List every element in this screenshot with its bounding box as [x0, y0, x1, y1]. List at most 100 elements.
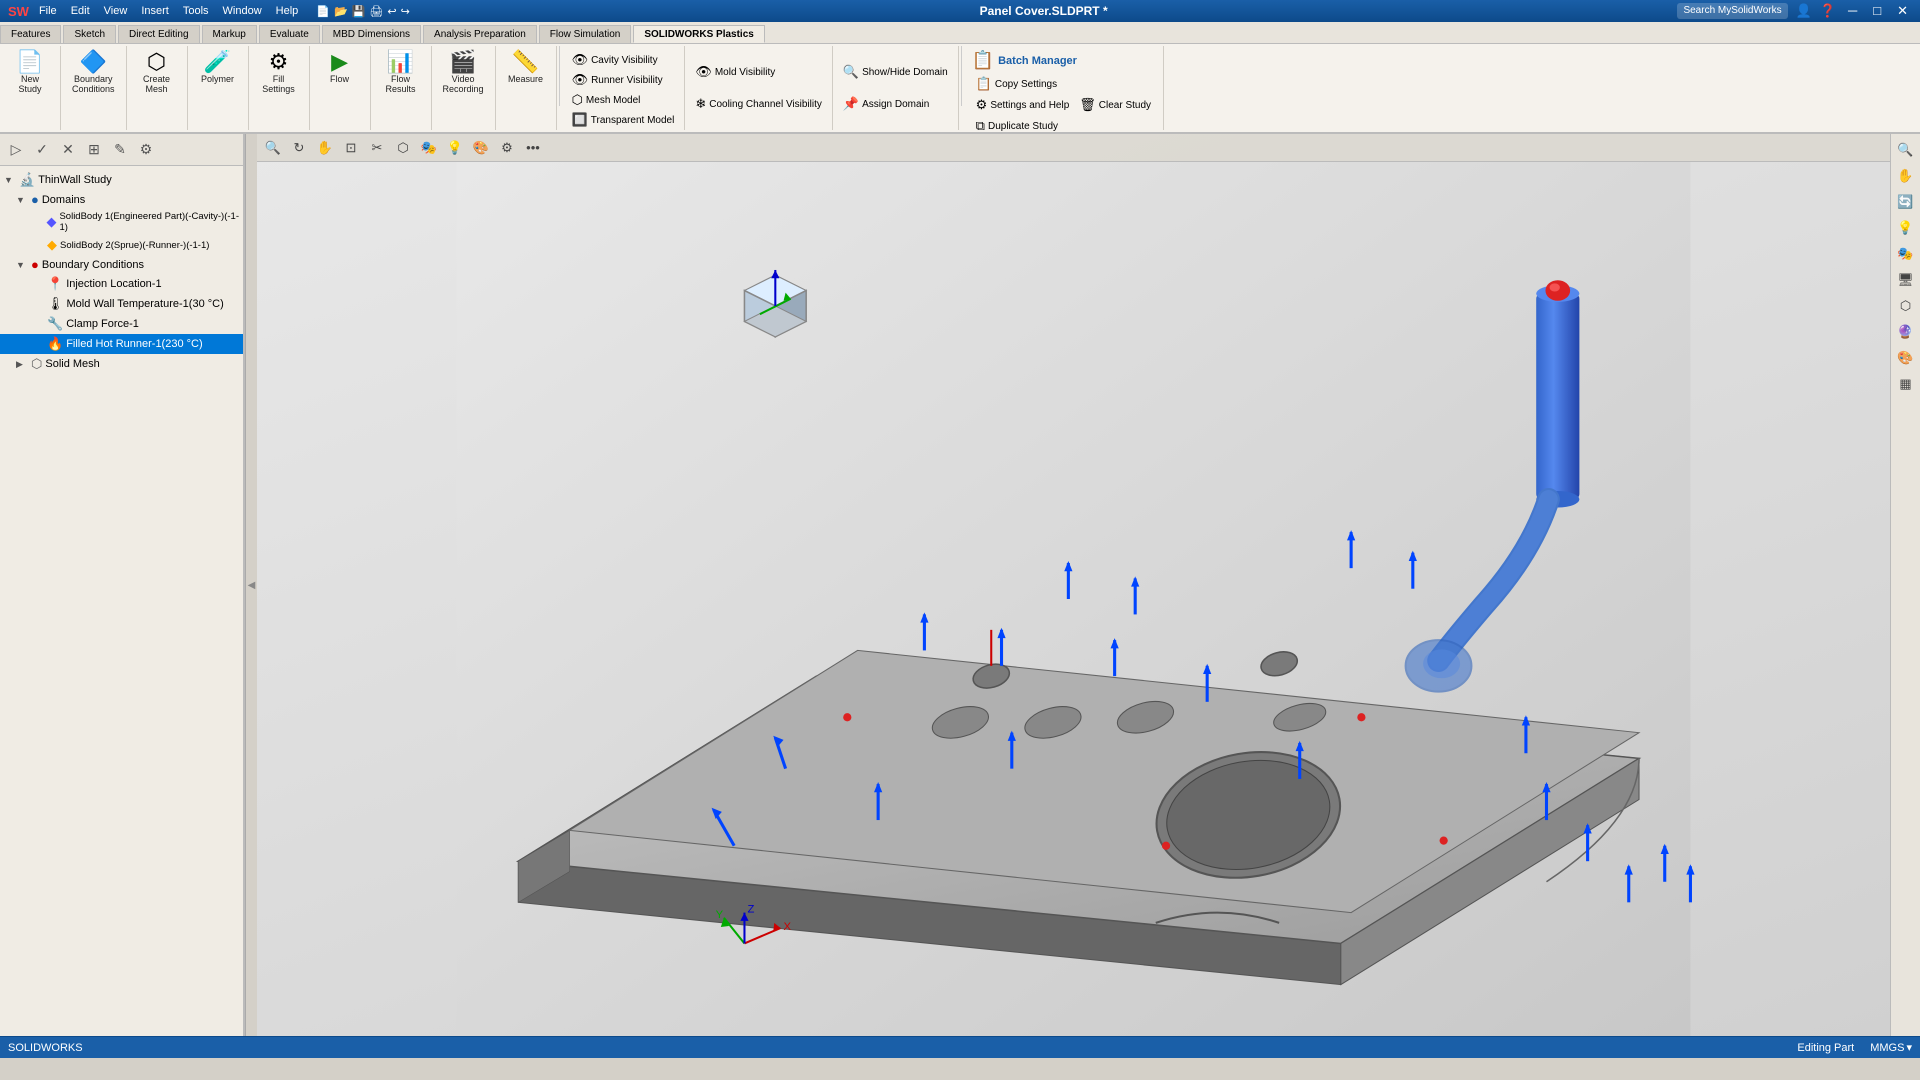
- panel-expand-btn[interactable]: ⊞: [82, 138, 106, 162]
- 3d-view[interactable]: X Y Z: [257, 162, 1890, 1036]
- tab-evaluate[interactable]: Evaluate: [259, 25, 320, 43]
- clear-study-button[interactable]: 🗑 Clear Study: [1075, 95, 1155, 115]
- duplicate-study-button[interactable]: ⧉ Duplicate Study: [972, 116, 1062, 136]
- panel-pencil-btn[interactable]: ✎: [108, 138, 132, 162]
- tab-direct-editing[interactable]: Direct Editing: [118, 25, 199, 43]
- tab-mbd-dimensions[interactable]: MBD Dimensions: [322, 25, 421, 43]
- status-right: Editing Part MMGS ▾: [1797, 1041, 1912, 1054]
- vp-pan[interactable]: ✋: [313, 136, 337, 160]
- viewport-right-toolbar: 🔍 ✋ 🔄 💡 🎭 🖥 ⬡ 🔮 🎨 ▦: [1890, 134, 1920, 1036]
- tree-node-clamp[interactable]: 🔧 Clamp Force-1: [0, 314, 243, 334]
- tree-node-injection[interactable]: 📍 Injection Location-1: [0, 274, 243, 294]
- fill-settings-button[interactable]: ⚙ FillSettings: [255, 48, 303, 98]
- create-mesh-button[interactable]: ⬡ CreateMesh: [133, 48, 181, 98]
- ribbon-section-visibility: 👁 Cavity Visibility 👁 Runner Visibility …: [562, 46, 686, 130]
- assign-domain-button[interactable]: 📌 Assign Domain: [839, 94, 933, 114]
- close-btn[interactable]: ✕: [1893, 3, 1912, 19]
- tree-node-hot-runner[interactable]: 🔥 Filled Hot Runner-1(230 °C): [0, 334, 243, 354]
- settings-help-button[interactable]: ⚙ Settings and Help: [972, 95, 1074, 115]
- new-icon[interactable]: 📄: [316, 5, 330, 18]
- mesh-model-button[interactable]: ⬡ Mesh Model: [568, 90, 645, 110]
- new-study-button[interactable]: 📄 NewStudy: [6, 48, 54, 98]
- tree-root[interactable]: ▼ 🔬 ThinWall Study: [0, 170, 243, 190]
- titlebar-menu-edit[interactable]: Edit: [67, 5, 94, 17]
- tree-node-mold-temp[interactable]: 🌡 Mold Wall Temperature-1(30 °C): [0, 294, 243, 314]
- runner-visibility-button[interactable]: 👁 Runner Visibility: [568, 70, 667, 90]
- ribbon-section-domain: 🔍 Show/Hide Domain 📌 Assign Domain: [833, 46, 959, 130]
- ribbon-group-flow: ▶ Flow: [310, 46, 371, 130]
- question-icon[interactable]: ❓: [1820, 3, 1836, 19]
- vp-scene[interactable]: 💡: [443, 136, 467, 160]
- rt-pan[interactable]: ✋: [1894, 164, 1918, 188]
- user-icon[interactable]: 👤: [1796, 3, 1812, 19]
- panel-collapse-handle[interactable]: ◀: [245, 134, 257, 1036]
- tab-analysis-preparation[interactable]: Analysis Preparation: [423, 25, 537, 43]
- boundary-conditions-button[interactable]: 🔷 BoundaryConditions: [67, 48, 120, 98]
- measure-button[interactable]: 📏 Measure: [502, 48, 550, 88]
- transparent-model-button[interactable]: 🔲 Transparent Model: [568, 110, 679, 130]
- titlebar-menu-window[interactable]: Window: [219, 5, 266, 17]
- vp-wireframe[interactable]: ⬡: [391, 136, 415, 160]
- vp-color[interactable]: 🎨: [469, 136, 493, 160]
- sm-expand: ▶: [16, 359, 28, 370]
- tree-node-domains[interactable]: ▼ ● Domains: [0, 190, 243, 209]
- panel-close-btn[interactable]: ✕: [56, 138, 80, 162]
- units-selector[interactable]: MMGS ▾: [1870, 1041, 1912, 1054]
- polymer-button[interactable]: 🧪 Polymer: [194, 48, 242, 88]
- rt-render[interactable]: 🔮: [1894, 320, 1918, 344]
- tree-node-sb1[interactable]: ◆ SolidBody 1(Engineered Part)(-Cavity-)…: [0, 209, 243, 235]
- tree-node-bc[interactable]: ▼ ● Boundary Conditions: [0, 255, 243, 274]
- copy-settings-button[interactable]: 📋 Copy Settings: [972, 74, 1061, 94]
- tab-sketch[interactable]: Sketch: [63, 25, 116, 43]
- rt-light[interactable]: 💡: [1894, 216, 1918, 240]
- titlebar-menu-view[interactable]: View: [100, 5, 132, 17]
- flow-button[interactable]: ▶ Flow: [316, 48, 364, 88]
- print-icon[interactable]: 🖨: [369, 5, 383, 18]
- titlebar-menu-tools[interactable]: Tools: [179, 5, 213, 17]
- vp-settings[interactable]: ⚙: [495, 136, 519, 160]
- restore-btn[interactable]: □: [1869, 3, 1885, 19]
- flow-results-button[interactable]: 📊 FlowResults: [377, 48, 425, 98]
- vp-rotate[interactable]: ↻: [287, 136, 311, 160]
- rt-zoom[interactable]: 🔍: [1894, 138, 1918, 162]
- titlebar-menu-file[interactable]: File: [35, 5, 61, 17]
- undo-icon[interactable]: ↩: [387, 5, 396, 18]
- rt-color-view[interactable]: 🎨: [1894, 346, 1918, 370]
- flow-label: Flow: [330, 75, 349, 85]
- rt-rotate[interactable]: 🔄: [1894, 190, 1918, 214]
- batch-header[interactable]: 📋 Batch Manager: [972, 48, 1155, 73]
- titlebar-menu-help[interactable]: Help: [272, 5, 303, 17]
- rt-mesh-view[interactable]: ⬡: [1894, 294, 1918, 318]
- tree-node-solid-mesh[interactable]: ▶ ⬡ Solid Mesh: [0, 354, 243, 374]
- cavity-visibility-button[interactable]: 👁 Cavity Visibility: [568, 50, 662, 70]
- minimize-btn[interactable]: ─: [1844, 3, 1861, 19]
- svg-text:Z: Z: [748, 904, 755, 916]
- titlebar-menu-insert[interactable]: Insert: [137, 5, 173, 17]
- cooling-channel-button[interactable]: ❄ Cooling Channel Visibility: [691, 94, 826, 114]
- rt-window[interactable]: 🖥: [1894, 268, 1918, 292]
- vp-zoom-fit[interactable]: ⊡: [339, 136, 363, 160]
- viewport: 🔍 ↻ ✋ ⊡ ✂ ⬡ 🎭 💡 🎨 ⚙ ••• 🔍 ✋ 🔄 💡 🎭 🖥 ⬡ 🔮 …: [257, 134, 1920, 1036]
- tree-node-sb2[interactable]: ◆ SolidBody 2(Sprue)(-Runner-)(-1-1): [0, 235, 243, 255]
- show-hide-domain-button[interactable]: 🔍 Show/Hide Domain: [839, 62, 952, 82]
- rt-table[interactable]: ▦: [1894, 372, 1918, 396]
- redo-icon[interactable]: ↪: [401, 5, 410, 18]
- vp-display-mode[interactable]: 🎭: [417, 136, 441, 160]
- vp-section[interactable]: ✂: [365, 136, 389, 160]
- tab-sw-plastics[interactable]: SOLIDWORKS Plastics: [633, 25, 764, 43]
- tab-flow-simulation[interactable]: Flow Simulation: [539, 25, 632, 43]
- open-icon[interactable]: 📂: [334, 5, 348, 18]
- tab-features[interactable]: Features: [0, 25, 61, 43]
- mold-visibility-button[interactable]: 👁 Mold Visibility: [691, 62, 779, 82]
- save-icon[interactable]: 💾: [352, 5, 366, 18]
- show-hide-label: Show/Hide Domain: [862, 67, 948, 78]
- panel-check-btn[interactable]: ✓: [30, 138, 54, 162]
- panel-gear-btn[interactable]: ⚙: [134, 138, 158, 162]
- rt-display[interactable]: 🎭: [1894, 242, 1918, 266]
- vp-zoom-in[interactable]: 🔍: [261, 136, 285, 160]
- video-button[interactable]: 🎬 VideoRecording: [438, 48, 489, 98]
- vp-more[interactable]: •••: [521, 136, 545, 160]
- search-mysw[interactable]: Search MySolidWorks: [1677, 3, 1787, 19]
- tab-markup[interactable]: Markup: [202, 25, 257, 43]
- panel-arrow-btn[interactable]: ▷: [4, 138, 28, 162]
